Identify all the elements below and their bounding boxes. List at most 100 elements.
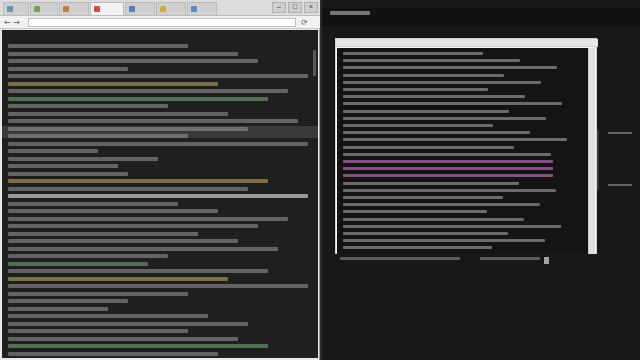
tab-2[interactable] — [30, 2, 58, 15]
terminal-line — [8, 291, 188, 296]
popup-line — [343, 95, 525, 99]
url-input[interactable] — [28, 18, 296, 27]
terminal-line — [8, 156, 158, 161]
terminal-line — [8, 74, 308, 78]
popup-line — [343, 102, 562, 106]
terminal-line — [8, 351, 218, 356]
terminal-line — [8, 299, 128, 303]
reload-icon[interactable]: ⟳ — [300, 18, 309, 27]
terminal-line — [8, 104, 168, 108]
popup-line — [343, 88, 488, 91]
tab-6[interactable] — [156, 2, 186, 15]
popup-line — [343, 239, 545, 243]
terminal-line — [8, 59, 258, 63]
tab-5[interactable] — [125, 2, 155, 15]
popup-line — [343, 203, 540, 207]
favicon-icon — [191, 6, 197, 12]
terminal-line — [8, 314, 208, 318]
terminal-line — [8, 276, 228, 281]
forward-arrow-icon[interactable]: → — [12, 18, 21, 27]
command-line[interactable] — [330, 256, 630, 262]
popup-line — [343, 224, 561, 228]
favicon-icon — [7, 6, 13, 12]
terminal-line — [8, 51, 238, 56]
side-marks — [604, 130, 634, 190]
terminal-line — [8, 321, 248, 326]
terminal-line — [8, 239, 238, 243]
favicon-icon — [160, 6, 166, 12]
terminal-line — [8, 81, 218, 86]
tab-7[interactable] — [187, 2, 217, 15]
terminal-line — [8, 246, 278, 251]
terminal-line — [8, 171, 128, 176]
command-arg — [480, 257, 540, 260]
terminal-line — [8, 194, 308, 198]
terminal-line — [8, 126, 248, 131]
popup-line — [343, 145, 514, 149]
popup-scrollbar[interactable] — [588, 48, 595, 254]
popup-line — [343, 232, 508, 235]
scrollbar-thumb[interactable] — [313, 50, 316, 76]
terminal-line — [8, 66, 128, 71]
minimize-button[interactable]: – — [272, 2, 286, 13]
terminal-line — [8, 134, 188, 138]
popup-line — [343, 66, 557, 70]
popup-line — [343, 246, 492, 250]
terminal-line — [8, 254, 168, 258]
mouse-cursor-icon — [544, 257, 549, 264]
terminal-line — [8, 141, 308, 146]
popup-line — [343, 73, 504, 77]
favicon-icon — [129, 6, 135, 12]
terminal-output[interactable] — [2, 30, 318, 358]
popup-line — [343, 52, 483, 55]
side-mark — [608, 184, 632, 186]
popup-line — [343, 160, 553, 163]
terminal-line — [8, 216, 288, 221]
terminal-line — [8, 306, 108, 311]
tab-3[interactable] — [59, 2, 89, 15]
browser-window: – □ × ← → ⟳ — [0, 0, 320, 360]
popup-line — [343, 131, 530, 135]
terminal-line — [8, 209, 218, 213]
popup-title — [336, 39, 598, 47]
tab-bar: – □ × — [0, 0, 320, 16]
terminal-line — [8, 231, 198, 236]
close-button[interactable]: × — [304, 2, 318, 13]
terminal-line — [8, 111, 228, 116]
command-text — [340, 257, 460, 260]
popup-line — [343, 181, 519, 185]
popup-line — [343, 174, 553, 178]
terminal-line — [8, 344, 268, 348]
favicon-icon — [94, 6, 100, 12]
terminal-line — [8, 89, 288, 93]
maximize-button[interactable]: □ — [288, 2, 302, 13]
terminal-line — [8, 119, 298, 123]
popup-line — [343, 217, 524, 221]
terminal-line — [8, 201, 178, 206]
tab-4-active[interactable] — [90, 2, 124, 15]
favicon-icon — [34, 6, 40, 12]
popup-line — [343, 80, 541, 84]
window-controls: – □ × — [272, 2, 318, 13]
right-scrollbar[interactable] — [597, 130, 599, 190]
terminal-line — [8, 96, 268, 101]
popup-line — [343, 188, 556, 192]
favicon-icon — [63, 6, 69, 12]
terminal-line — [8, 284, 308, 288]
tab-1[interactable] — [3, 2, 29, 15]
popup-line — [343, 109, 509, 113]
popup-line — [343, 138, 567, 142]
terminal-line — [8, 224, 258, 228]
address-bar: ← → ⟳ — [0, 16, 320, 29]
terminal-line — [8, 269, 268, 273]
popup-line — [343, 116, 546, 120]
popup-terminal[interactable] — [337, 48, 589, 254]
terminal-line — [8, 336, 238, 341]
terminal-line — [8, 261, 148, 266]
terminal-line — [8, 149, 98, 153]
right-title-text — [330, 11, 370, 15]
popup-line — [343, 152, 551, 156]
popup-line — [343, 210, 487, 214]
back-arrow-icon[interactable]: ← — [3, 18, 12, 27]
popup-line — [343, 124, 493, 127]
